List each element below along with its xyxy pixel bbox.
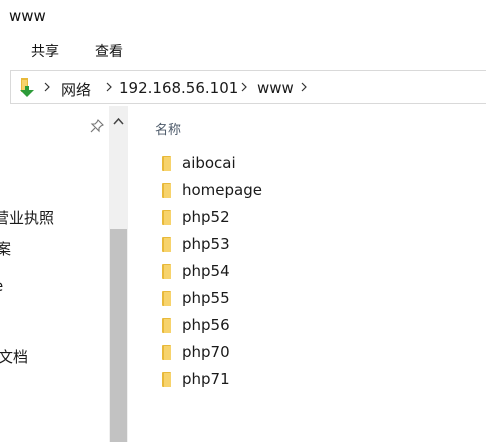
folder-icon bbox=[162, 372, 171, 387]
list-item[interactable]: php53 bbox=[158, 233, 358, 257]
chevron-right-icon[interactable] bbox=[104, 82, 114, 92]
folder-icon bbox=[162, 291, 171, 306]
list-item[interactable]: php54 bbox=[158, 260, 358, 284]
list-item[interactable]: php52 bbox=[158, 206, 358, 230]
list-item[interactable]: php71 bbox=[158, 368, 358, 392]
folder-icon bbox=[162, 318, 171, 333]
nav-item-documents[interactable]: 文档 bbox=[0, 346, 28, 367]
chevron-right-icon[interactable] bbox=[42, 82, 52, 92]
folder-icon bbox=[162, 237, 171, 252]
tab-view[interactable]: 查看 bbox=[95, 41, 123, 61]
list-item[interactable]: aibocai bbox=[158, 152, 358, 176]
tab-share[interactable]: 共享 bbox=[31, 41, 59, 61]
list-item-label: php53 bbox=[182, 235, 230, 253]
pin-icon[interactable] bbox=[89, 118, 105, 134]
folder-icon bbox=[162, 345, 171, 360]
crumb-network[interactable]: 网络 bbox=[61, 79, 91, 100]
list-item-label: aibocai bbox=[182, 154, 236, 172]
column-header-name[interactable]: 名称 bbox=[155, 119, 181, 138]
folder-icon bbox=[162, 156, 171, 171]
chevron-right-icon[interactable] bbox=[299, 82, 309, 92]
ribbon: 共享 查看 bbox=[0, 34, 486, 66]
list-item[interactable]: homepage bbox=[158, 179, 358, 203]
nav-scrollbar[interactable] bbox=[109, 106, 128, 442]
folder-icon bbox=[162, 210, 171, 225]
crumb-www[interactable]: www bbox=[257, 79, 294, 97]
list-item[interactable]: php55 bbox=[158, 287, 358, 311]
list-item-label: homepage bbox=[182, 181, 262, 199]
list-item[interactable]: php70 bbox=[158, 341, 358, 365]
nav-item-case[interactable]: 案 bbox=[0, 238, 11, 259]
chevron-right-icon[interactable] bbox=[239, 82, 249, 92]
window-title: www bbox=[9, 7, 46, 25]
list-item-label: php56 bbox=[182, 316, 230, 334]
address-bar[interactable]: 网络 192.168.56.101 www bbox=[10, 70, 486, 104]
scroll-up-icon[interactable] bbox=[109, 114, 128, 130]
list-item[interactable]: php56 bbox=[158, 314, 358, 338]
list-item-label: php54 bbox=[182, 262, 230, 280]
folder-icon bbox=[162, 264, 171, 279]
title-bar: www bbox=[0, 0, 486, 34]
scroll-thumb[interactable] bbox=[110, 229, 127, 442]
list-item-label: php71 bbox=[182, 370, 230, 388]
list-item-label: php55 bbox=[182, 289, 230, 307]
folder-icon bbox=[162, 183, 171, 198]
nav-item-e[interactable]: e bbox=[0, 277, 3, 295]
nav-item-business-license[interactable]: 营业执照 bbox=[0, 207, 54, 228]
list-item-label: php52 bbox=[182, 208, 230, 226]
list-item-label: php70 bbox=[182, 343, 230, 361]
crumb-host[interactable]: 192.168.56.101 bbox=[119, 79, 238, 97]
file-list: 名称 aibocai homepage php52 php53 php54 php55 ph… bbox=[128, 106, 486, 442]
network-folder-icon bbox=[20, 78, 34, 97]
